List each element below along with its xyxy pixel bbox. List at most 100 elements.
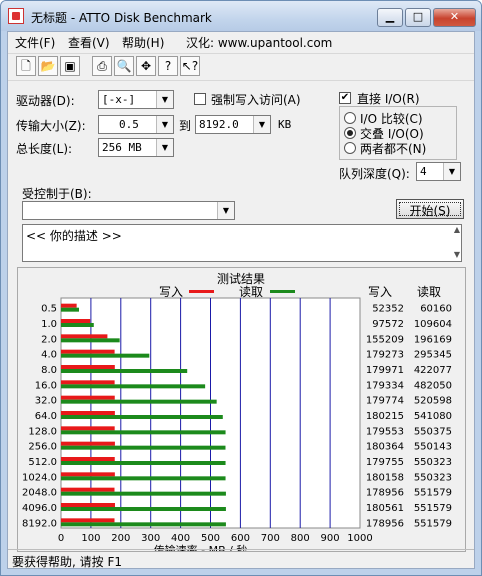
results-panel: 测试结果 写入 读取 写入 读取 0 100 200 300 400 500 600 700 800 900…: [17, 267, 466, 557]
checkmark-icon: ✔: [340, 92, 350, 103]
write-bar: [61, 349, 115, 354]
transfer-from-select[interactable]: 0.5 ▼: [98, 115, 174, 134]
chevron-down-icon: ▼: [253, 116, 270, 133]
chevron-down-icon: ▼: [156, 91, 173, 108]
read-value: 422077: [414, 365, 452, 376]
write-bar: [61, 411, 115, 415]
window-title: 无标题 - ATTO Disk Benchmark: [31, 11, 212, 25]
chevron-down-icon: ▼: [156, 116, 173, 133]
read-bar: [61, 323, 94, 327]
total-length-value: 256 MB: [102, 141, 142, 154]
x-tick-label: 0: [58, 533, 64, 544]
write-bar: [61, 487, 115, 492]
menu-help[interactable]: 帮助(H): [122, 34, 164, 51]
write-value: 179553: [366, 426, 404, 437]
x-tick-label: 100: [81, 533, 100, 544]
read-bar: [61, 415, 223, 419]
print-preview-button[interactable]: 🔍: [114, 56, 134, 76]
open-button[interactable]: 📂: [38, 56, 58, 76]
x-tick-label: 1000: [347, 533, 372, 544]
menu-bar: 文件(F) 查看(V) 帮助(H) 汉化: www.upantool.com: [8, 32, 474, 52]
force-write-checkbox[interactable]: [194, 93, 206, 105]
to-label: 到: [179, 119, 192, 133]
queue-depth-select[interactable]: 4 ▼: [416, 162, 461, 181]
drive-select[interactable]: [-x-] ▼: [98, 90, 174, 109]
drive-value: [-x-]: [102, 93, 136, 106]
description-textarea[interactable]: << 你的描述 >> ▲ ▼: [22, 224, 462, 262]
category-label: 2.0: [41, 334, 57, 345]
force-write-label: 强制写入访问(A): [211, 93, 301, 107]
new-icon: 🗋: [21, 59, 31, 73]
category-label: 32.0: [35, 396, 57, 407]
close-icon: ✕: [449, 10, 460, 23]
category-label: 4096.0: [22, 503, 57, 514]
read-value: 60160: [420, 304, 452, 315]
overlap-io-radio[interactable]: [344, 127, 356, 139]
write-value: 180561: [366, 503, 404, 514]
read-value: 541080: [414, 411, 452, 422]
transfer-from-value: 0.5: [119, 118, 139, 131]
menu-file[interactable]: 文件(F): [15, 34, 55, 51]
move-button[interactable]: ✥: [136, 56, 156, 76]
write-bar: [61, 457, 115, 461]
read-bar: [61, 353, 150, 358]
read-bar: [61, 369, 188, 373]
scroll-down-icon[interactable]: ▼: [454, 250, 460, 259]
x-tick-label: 800: [291, 533, 310, 544]
help-button[interactable]: ?: [158, 56, 178, 76]
app-icon: [8, 8, 24, 24]
category-label: 0.5: [41, 304, 57, 315]
write-value: 179273: [366, 350, 404, 361]
read-bar: [61, 507, 226, 511]
x-tick-label: 700: [261, 533, 280, 544]
move-icon: ✥: [140, 59, 152, 73]
direct-io-checkbox[interactable]: ✔: [339, 92, 351, 104]
results-title: 测试结果: [217, 271, 265, 286]
maximize-button[interactable]: □: [405, 8, 431, 27]
minimize-button[interactable]: ▁: [377, 8, 403, 27]
toolbar: 🗋 📂 ▣ ⎙ 🔍 ✥ ? ↖?: [8, 53, 474, 81]
read-value: 109604: [414, 319, 452, 330]
category-label: 4.0: [41, 350, 57, 361]
write-value: 52352: [372, 304, 404, 315]
read-bar: [61, 491, 226, 496]
x-tick-label: 300: [141, 533, 160, 544]
write-value: 178956: [366, 488, 404, 499]
neither-label: 两者都不(N): [360, 142, 427, 156]
scroll-up-icon[interactable]: ▲: [454, 225, 460, 234]
read-value: 550375: [414, 426, 452, 437]
read-legend-swatch: [270, 290, 295, 293]
context-help-icon: ↖?: [181, 59, 199, 73]
new-button[interactable]: 🗋: [16, 56, 36, 76]
write-value: 179755: [366, 457, 404, 468]
close-button[interactable]: ✕: [433, 8, 476, 27]
app-window: 无标题 - ATTO Disk Benchmark ▁ □ ✕ 文件(F) 查看…: [0, 0, 482, 576]
save-button[interactable]: ▣: [60, 56, 80, 76]
write-bar: [61, 441, 115, 446]
io-compare-radio[interactable]: [344, 112, 356, 124]
write-bar: [61, 319, 91, 323]
menu-localization[interactable]: 汉化: www.upantool.com: [186, 34, 332, 51]
transfer-to-select[interactable]: 8192.0 ▼: [195, 115, 271, 134]
description-text: << 你的描述 >>: [26, 229, 122, 243]
total-length-label: 总长度(L):: [16, 142, 73, 156]
write-value: 179334: [366, 380, 404, 391]
total-length-select[interactable]: 256 MB ▼: [98, 138, 174, 157]
category-label: 64.0: [35, 411, 57, 422]
print-button[interactable]: ⎙: [92, 56, 112, 76]
chevron-down-icon: ▼: [443, 163, 460, 180]
category-label: 2048.0: [22, 488, 57, 499]
title-bar[interactable]: 无标题 - ATTO Disk Benchmark ▁ □ ✕: [1, 1, 481, 31]
write-bar: [61, 365, 115, 369]
chevron-down-icon: ▼: [156, 139, 173, 156]
start-button[interactable]: 开始(S): [396, 199, 464, 219]
read-value: 550323: [414, 457, 452, 468]
x-tick-label: 500: [201, 533, 220, 544]
controlled-by-select[interactable]: ▼: [22, 201, 235, 220]
neither-radio[interactable]: [344, 142, 356, 154]
category-label: 8192.0: [22, 518, 57, 529]
queue-depth-label: 队列深度(Q):: [339, 167, 410, 181]
context-help-button[interactable]: ↖?: [180, 56, 200, 76]
menu-view[interactable]: 查看(V): [68, 34, 110, 51]
read-value: 550323: [414, 472, 452, 483]
